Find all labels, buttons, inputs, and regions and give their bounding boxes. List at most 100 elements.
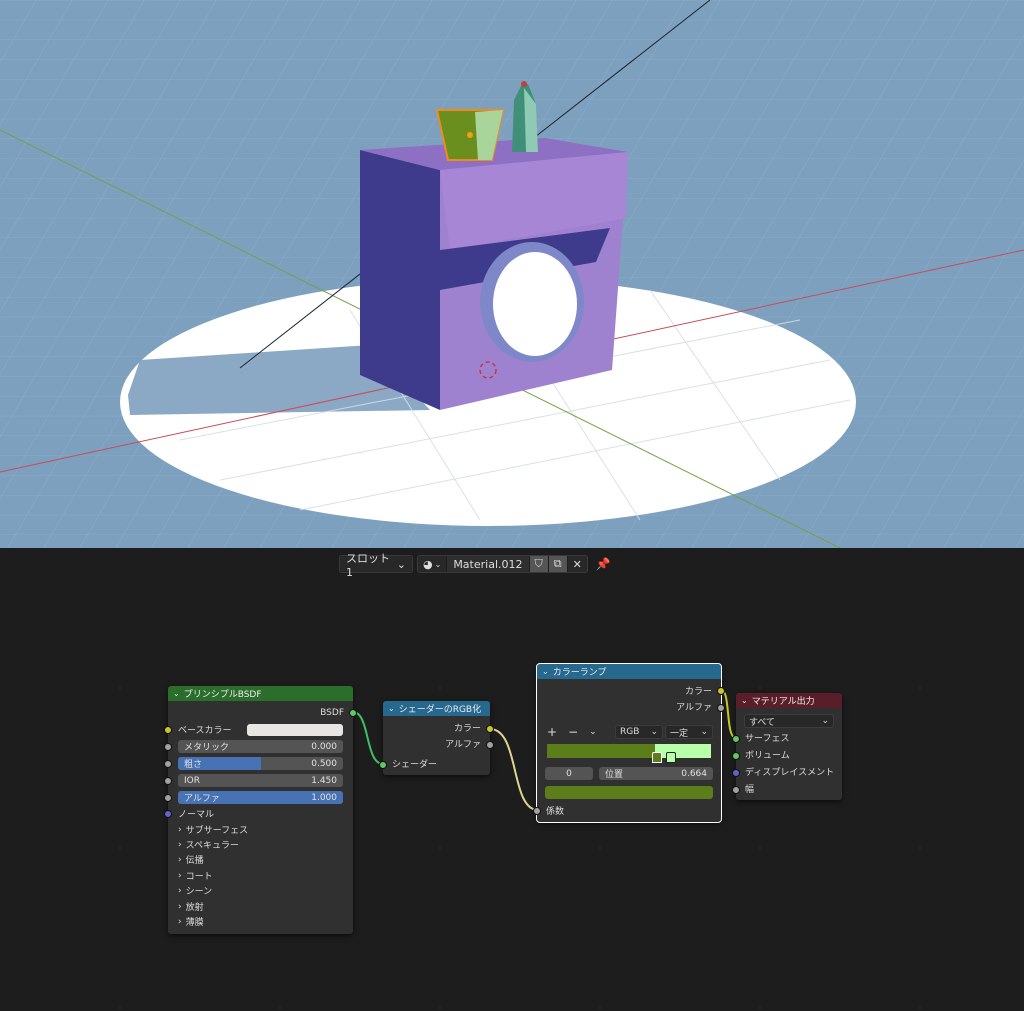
- object-left-face: [360, 150, 440, 410]
- ior-field[interactable]: IOR 1.450: [178, 774, 343, 787]
- node-links: [352, 689, 737, 811]
- color-output-label: カラー: [684, 687, 712, 697]
- viewport-scene: [0, 0, 1024, 548]
- color-ramp-node[interactable]: ⌄ カラーランプ カラー アルファ + − ⌄ RGB ⌄ 一定 ⌄ 0 位置 0.…: [533, 663, 725, 823]
- base-color-socket[interactable]: [164, 726, 172, 734]
- shader-input-label: シェーダー: [392, 760, 438, 770]
- collapse-chevron-icon[interactable]: ⌄: [542, 667, 549, 676]
- stop-color-swatch[interactable]: [545, 786, 713, 799]
- node-header[interactable]: ⌄ シェーダーのRGB化: [383, 701, 490, 716]
- alpha-field[interactable]: アルファ 1.000: [178, 791, 343, 804]
- alpha-output-socket[interactable]: [486, 741, 494, 749]
- position-label: 位置: [605, 770, 624, 780]
- link-ramp-to-surface: [720, 689, 737, 739]
- principled-bsdf-node[interactable]: ⌄ プリンシプルBSDF BSDF ベースカラー メタリック 0.000 粗さ …: [164, 686, 357, 934]
- target-value: すべて: [749, 717, 776, 728]
- metallic-label: メタリック: [184, 743, 230, 753]
- material-output-node[interactable]: ⌄ マテリアル出力 すべて ⌄ サーフェス ボリューム ディスプレイスメント 幅: [732, 693, 842, 800]
- bsdf-output-label: BSDF: [320, 707, 344, 718]
- roughness-label: 粗さ: [184, 760, 203, 770]
- shader-input-socket[interactable]: [379, 761, 387, 769]
- ior-value: 1.450: [311, 775, 337, 786]
- alpha-label: アルファ: [184, 794, 220, 804]
- chevron-right-icon: ›: [178, 885, 182, 896]
- color-ramp-gradient[interactable]: [547, 744, 711, 758]
- alpha-output-label: アルファ: [445, 740, 481, 750]
- panel-label: コート: [185, 872, 213, 882]
- volume-label: ボリューム: [745, 751, 790, 761]
- ior-label: IOR: [184, 775, 200, 786]
- factor-input-socket[interactable]: [533, 807, 541, 815]
- collapse-chevron-icon[interactable]: ⌄: [388, 704, 395, 713]
- panel-label: スペキュラー: [185, 841, 239, 851]
- metallic-socket[interactable]: [164, 743, 172, 751]
- chevron-down-icon: ⌄: [650, 727, 658, 737]
- panel-coat[interactable]: › コート: [168, 869, 353, 883]
- position-field[interactable]: 位置 0.664: [599, 767, 713, 780]
- node-title: カラーランプ: [552, 668, 607, 678]
- displacement-input-socket[interactable]: [732, 769, 740, 777]
- chevron-right-icon: ›: [178, 916, 182, 927]
- alpha-value: 1.000: [311, 792, 337, 803]
- displacement-label: ディスプレイスメント: [745, 768, 835, 778]
- base-color-label: ベースカラー: [178, 726, 232, 736]
- node-title: シェーダーのRGB化: [398, 705, 482, 715]
- metallic-field[interactable]: メタリック 0.000: [178, 740, 343, 753]
- ramp-menu-chevron-icon[interactable]: ⌄: [589, 727, 597, 737]
- render-target-dropdown[interactable]: すべて ⌄: [744, 714, 834, 728]
- position-value: 0.664: [681, 768, 707, 779]
- link-bsdf-to-shader: [352, 711, 384, 765]
- collapse-chevron-icon[interactable]: ⌄: [173, 689, 180, 698]
- color-mode-dropdown[interactable]: RGB ⌄: [615, 725, 663, 739]
- stop-index-field[interactable]: 0: [545, 767, 593, 780]
- panel-label: シーン: [185, 887, 213, 897]
- surface-input-socket[interactable]: [732, 735, 740, 743]
- chevron-down-icon: ⌄: [821, 716, 829, 726]
- color-mode-value: RGB: [620, 727, 640, 737]
- alpha-socket[interactable]: [164, 794, 172, 802]
- bsdf-output-socket[interactable]: [349, 709, 357, 717]
- factor-input-label: 係数: [546, 807, 565, 817]
- color-output-label: カラー: [453, 724, 481, 734]
- roughness-socket[interactable]: [164, 760, 172, 768]
- panel-thin-film[interactable]: › 薄膜: [168, 915, 353, 929]
- ior-socket[interactable]: [164, 777, 172, 785]
- thickness-input-socket[interactable]: [732, 786, 740, 794]
- porthole-glass: [493, 252, 577, 356]
- surface-label: サーフェス: [745, 734, 790, 744]
- panel-specular[interactable]: › スペキュラー: [168, 838, 353, 852]
- roughness-field[interactable]: 粗さ 0.500: [178, 757, 343, 770]
- chevron-down-icon: ⌄: [700, 727, 708, 737]
- color-stop-handle[interactable]: [666, 752, 676, 763]
- alpha-output-label: アルファ: [676, 703, 712, 713]
- interpolation-dropdown[interactable]: 一定 ⌄: [665, 725, 713, 739]
- chevron-right-icon: ›: [178, 824, 182, 835]
- panel-emission[interactable]: › 放射: [168, 900, 353, 914]
- color-output-socket[interactable]: [486, 725, 494, 733]
- remove-stop-icon[interactable]: −: [568, 725, 578, 739]
- panel-transmission[interactable]: › 伝播: [168, 853, 353, 867]
- interpolation-value: 一定: [670, 728, 689, 739]
- alpha-output-socket[interactable]: [717, 704, 725, 712]
- color-output-socket[interactable]: [717, 687, 725, 695]
- node-header[interactable]: ⌄ マテリアル出力: [736, 693, 842, 708]
- node-header[interactable]: ⌄ プリンシプルBSDF: [168, 686, 353, 701]
- volume-input-socket[interactable]: [732, 752, 740, 760]
- collapse-chevron-icon[interactable]: ⌄: [741, 696, 748, 705]
- thickness-label: 幅: [745, 785, 755, 795]
- normal-label: ノーマル: [178, 810, 215, 820]
- node-header[interactable]: ⌄ カラーランプ: [537, 664, 721, 679]
- panel-sheen[interactable]: › シーン: [168, 884, 353, 898]
- chevron-right-icon: ›: [178, 901, 182, 912]
- color-stop-handle-active[interactable]: [651, 752, 662, 763]
- link-color-to-factor: [489, 728, 539, 811]
- panel-label: 伝播: [185, 856, 204, 866]
- shader-to-rgb-node[interactable]: ⌄ シェーダーのRGB化 カラー アルファ シェーダー: [379, 701, 494, 775]
- panel-label: 放射: [185, 903, 204, 913]
- base-color-swatch[interactable]: [247, 724, 343, 736]
- add-stop-icon[interactable]: +: [547, 725, 557, 739]
- shader-node-editor[interactable]: スロット1 ⌄ ◕ ⌄ Material.012 ⛉ ⧉ ✕ 📌 ⌄ プリンシプルB…: [0, 548, 1024, 1011]
- panel-subsurface[interactable]: › サブサーフェス: [168, 823, 353, 837]
- chevron-right-icon: ›: [178, 854, 182, 865]
- 3d-viewport[interactable]: [0, 0, 1024, 548]
